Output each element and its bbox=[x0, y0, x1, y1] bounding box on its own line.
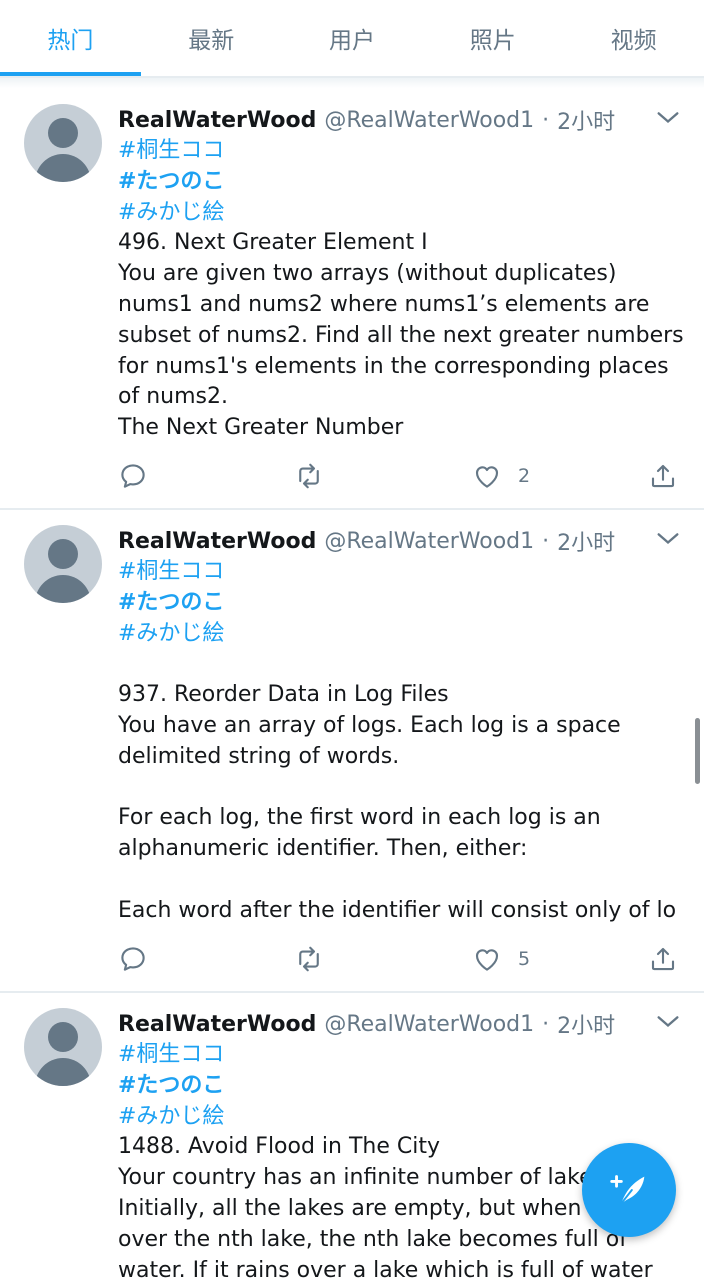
user-handle[interactable]: @RealWaterWood1 bbox=[324, 108, 534, 133]
share-upload-icon bbox=[651, 464, 675, 488]
text-line: For each log, the first word in each log… bbox=[118, 805, 601, 831]
separator-dot: · bbox=[542, 528, 550, 554]
scrollbar[interactable] bbox=[695, 718, 700, 784]
text-line: nums1 and nums2 where nums1’s elements a… bbox=[118, 291, 650, 317]
retweet-button[interactable] bbox=[294, 458, 324, 494]
text-line: water. If it rains over a lake which is … bbox=[118, 1257, 653, 1280]
tweet-actions: 5 bbox=[118, 941, 688, 977]
tab-bar-shadow bbox=[0, 78, 704, 88]
tab-videos[interactable]: 视频 bbox=[563, 0, 704, 76]
chevron-down-icon[interactable] bbox=[654, 1008, 682, 1036]
timestamp: 2小时 bbox=[557, 1014, 616, 1039]
avatar[interactable] bbox=[24, 104, 102, 182]
text-line: of nums2. bbox=[118, 384, 228, 410]
text-line: You have an array of logs. Each log is a… bbox=[118, 712, 621, 738]
tweet-header: RealWaterWood @RealWaterWood1 · 2小时 bbox=[118, 1008, 615, 1040]
tab-bar: 热门 最新 用户 照片 视频 bbox=[0, 0, 704, 78]
like-count: 2 bbox=[518, 465, 531, 487]
hashtag[interactable]: #桐生ココ bbox=[118, 1040, 688, 1071]
display-name[interactable]: RealWaterWood bbox=[118, 529, 316, 554]
chevron-down-icon[interactable] bbox=[654, 104, 682, 132]
tweet-text: #桐生ココ #たつのこ #みかじ絵 937. Reorder Data in L… bbox=[118, 557, 688, 927]
separator-dot: · bbox=[542, 107, 550, 133]
timestamp: 2小时 bbox=[557, 531, 616, 556]
text-line: 496. Next Greater Element I bbox=[118, 230, 428, 256]
text-line: delimited string of words. bbox=[118, 743, 400, 769]
timestamp: 2小时 bbox=[557, 110, 616, 135]
speech-bubble-icon bbox=[121, 947, 145, 971]
hashtag[interactable]: #桐生ココ bbox=[118, 136, 688, 167]
tab-photos[interactable]: 照片 bbox=[422, 0, 563, 76]
avatar[interactable] bbox=[24, 525, 102, 603]
text-line: 937. Reorder Data in Log Files bbox=[118, 682, 449, 708]
feather-plus-icon bbox=[610, 1175, 645, 1205]
tweet-2[interactable]: RealWaterWood @RealWaterWood1 · 2小时 #桐生コ… bbox=[0, 509, 704, 993]
text-line: You are given two arrays (without duplic… bbox=[118, 261, 617, 287]
hashtag[interactable]: #たつのこ bbox=[118, 167, 688, 198]
hashtag[interactable]: #たつのこ bbox=[118, 588, 688, 619]
like-button[interactable]: 2 bbox=[472, 458, 530, 494]
text-line: alphanumeric identifier. Then, either: bbox=[118, 836, 528, 862]
hashtag[interactable]: #たつのこ bbox=[118, 1071, 688, 1102]
display-name[interactable]: RealWaterWood bbox=[118, 1012, 316, 1037]
hashtag[interactable]: #みかじ絵 bbox=[118, 619, 688, 650]
text-line: The Next Greater Number bbox=[118, 415, 404, 441]
tab-users[interactable]: 用户 bbox=[282, 0, 423, 76]
speech-bubble-icon bbox=[121, 464, 145, 488]
heart-icon bbox=[475, 949, 499, 971]
retweet-arrows-icon bbox=[299, 463, 319, 489]
reply-button[interactable] bbox=[118, 458, 148, 494]
text-line: subset of nums2. Find all the next great… bbox=[118, 322, 684, 348]
share-button[interactable] bbox=[648, 941, 678, 977]
chevron-down-icon[interactable] bbox=[654, 525, 682, 553]
separator-dot: · bbox=[542, 1011, 550, 1037]
user-handle[interactable]: @RealWaterWood1 bbox=[324, 529, 534, 554]
reply-button[interactable] bbox=[118, 941, 148, 977]
tweet-header: RealWaterWood @RealWaterWood1 · 2小时 bbox=[118, 525, 615, 557]
share-button[interactable] bbox=[648, 458, 678, 494]
tweet-3[interactable]: RealWaterWood @RealWaterWood1 · 2小时 #桐生コ… bbox=[0, 992, 704, 1280]
tab-hot[interactable]: 热门 bbox=[0, 0, 141, 76]
tweet-1[interactable]: RealWaterWood @RealWaterWood1 · 2小时 #桐生コ… bbox=[0, 88, 704, 510]
hashtag[interactable]: #みかじ絵 bbox=[118, 198, 688, 229]
like-count: 5 bbox=[518, 948, 531, 970]
tweet-actions: 2 bbox=[118, 458, 688, 494]
compose-button[interactable] bbox=[582, 1143, 676, 1237]
heart-icon bbox=[475, 466, 499, 488]
like-button[interactable]: 5 bbox=[472, 941, 530, 977]
share-upload-icon bbox=[651, 947, 675, 971]
tab-latest[interactable]: 最新 bbox=[141, 0, 282, 76]
hashtag[interactable]: #みかじ絵 bbox=[118, 1102, 688, 1133]
text-line: Each word after the identifier will cons… bbox=[118, 897, 677, 923]
user-handle[interactable]: @RealWaterWood1 bbox=[324, 1012, 534, 1037]
retweet-button[interactable] bbox=[294, 941, 324, 977]
avatar[interactable] bbox=[24, 1008, 102, 1086]
tweet-header: RealWaterWood @RealWaterWood1 · 2小时 bbox=[118, 104, 615, 136]
tweet-text: #桐生ココ #たつのこ #みかじ絵 496. Next Greater Elem… bbox=[118, 136, 688, 444]
display-name[interactable]: RealWaterWood bbox=[118, 108, 316, 133]
hashtag[interactable]: #桐生ココ bbox=[118, 557, 688, 588]
retweet-arrows-icon bbox=[299, 946, 319, 972]
text-line: for nums1's elements in the correspondin… bbox=[118, 353, 669, 379]
